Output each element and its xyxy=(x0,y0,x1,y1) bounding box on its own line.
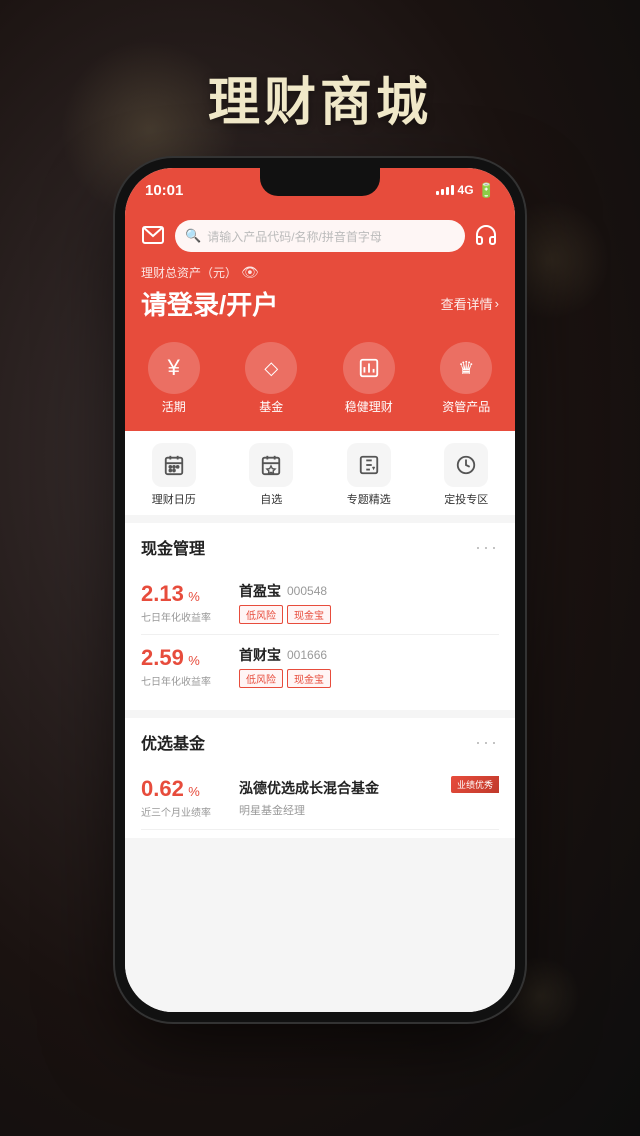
fund-name-row-1: 首盈宝 000548 xyxy=(239,581,499,601)
fund-rate-2: 2.59 % 七日年化收益率 xyxy=(141,645,231,688)
rate-label-1: 七日年化收益率 xyxy=(141,609,231,624)
signal-bar-2 xyxy=(441,189,444,195)
nav-favorites[interactable]: 自选 xyxy=(223,443,321,507)
signal-bar-1 xyxy=(436,191,439,195)
nav-wenjian[interactable]: 稳健理财 xyxy=(320,342,418,415)
nav-huoqi[interactable]: ¥ 活期 xyxy=(125,342,223,415)
cash-section: 现金管理 ··· 2.13 % 七日年化收益率 首盈宝 xyxy=(125,523,515,710)
huoqi-icon: ¥ xyxy=(148,342,200,394)
calendar-icon xyxy=(152,443,196,487)
topics-label: 专题精选 xyxy=(347,491,391,507)
phone-frame: 10:01 4G 🔋 xyxy=(125,168,515,1012)
jijin-icon: ◇ xyxy=(245,342,297,394)
main-area: 理财日历 自选 xyxy=(125,431,515,1012)
cash-section-title: 现金管理 xyxy=(141,535,205,559)
battery-icon: 🔋 xyxy=(478,182,495,199)
nav-calendar[interactable]: 理财日历 xyxy=(125,443,223,507)
rate-value-1: 2.13 xyxy=(141,581,184,606)
search-bar[interactable]: 🔍 请输入产品代码/名称/拼音首字母 xyxy=(175,220,465,252)
preferred-rate-value-1: 0.62 xyxy=(141,776,184,801)
rate-label-2: 七日年化收益率 xyxy=(141,673,231,688)
cash-section-more[interactable]: ··· xyxy=(475,537,499,558)
nav-autoinvest[interactable]: 定投专区 xyxy=(418,443,516,507)
jijin-label: 基金 xyxy=(259,398,283,415)
signal-bars xyxy=(436,185,454,195)
fund-rate-1: 2.13 % 七日年化收益率 xyxy=(141,581,231,624)
performance-badge: 业绩优秀 xyxy=(451,776,499,793)
nav-topics[interactable]: 专题精选 xyxy=(320,443,418,507)
tag-cashbao-2: 现金宝 xyxy=(287,669,331,688)
header-section: 🔍 请输入产品代码/名称/拼音首字母 理财总资产（元） 👁 请登录/开户 xyxy=(125,212,515,334)
fund-code-1: 000548 xyxy=(287,584,327,598)
ziguan-icon: ♛ xyxy=(440,342,492,394)
fund-name-row-2: 首财宝 001666 xyxy=(239,645,499,665)
status-icons: 4G 🔋 xyxy=(436,182,495,199)
asset-main-row: 请登录/开户 查看详情 › xyxy=(141,285,499,322)
network-type: 4G xyxy=(458,183,474,197)
nav-ziguan[interactable]: ♛ 资管产品 xyxy=(418,342,516,415)
tag-cashbao-1: 现金宝 xyxy=(287,605,331,624)
huoqi-label: 活期 xyxy=(162,398,186,415)
notch xyxy=(260,168,380,196)
mail-icon[interactable] xyxy=(141,223,167,249)
quick-nav: ¥ 活期 ◇ 基金 稳健理财 ♛ 资 xyxy=(125,334,515,431)
tag-low-risk-2: 低风险 xyxy=(239,669,283,688)
autoinvest-label: 定投专区 xyxy=(444,491,488,507)
preferred-section-header: 优选基金 ··· xyxy=(141,730,499,754)
status-bar: 10:01 4G 🔋 xyxy=(125,168,515,212)
autoinvest-icon xyxy=(444,443,488,487)
tag-low-risk-1: 低风险 xyxy=(239,605,283,624)
preferred-section-more[interactable]: ··· xyxy=(475,732,499,753)
asset-amount[interactable]: 请登录/开户 xyxy=(141,285,278,322)
fund-info-2: 首财宝 001666 低风险 现金宝 xyxy=(231,645,499,688)
ziguan-label: 资管产品 xyxy=(442,398,490,415)
eye-icon[interactable]: 👁 xyxy=(241,264,259,281)
preferred-item-1[interactable]: 0.62 % 近三个月业绩率 泓德优选成长混合基金 明星基金经理 业绩优秀 xyxy=(141,766,499,830)
search-placeholder-text: 请输入产品代码/名称/拼音首字母 xyxy=(207,228,382,245)
favorites-icon xyxy=(249,443,293,487)
chevron-right-icon: › xyxy=(495,296,499,311)
asset-label: 理财总资产（元） 👁 xyxy=(141,264,499,281)
wenjian-icon xyxy=(343,342,395,394)
nav-jijin[interactable]: ◇ 基金 xyxy=(223,342,321,415)
fund-code-2: 001666 xyxy=(287,648,327,662)
fund-name-2: 首财宝 xyxy=(239,645,281,665)
view-detail-link[interactable]: 查看详情 › xyxy=(441,294,499,313)
cash-item-2[interactable]: 2.59 % 七日年化收益率 首财宝 001666 低风险 现金宝 xyxy=(141,635,499,698)
calendar-label: 理财日历 xyxy=(152,491,196,507)
rate-unit-2: % xyxy=(188,653,200,668)
background: 理财商城 10:01 4G 🔋 xyxy=(0,0,640,1136)
rate-value-2: 2.59 xyxy=(141,645,184,670)
fund-tags-2: 低风险 现金宝 xyxy=(239,669,499,688)
favorites-label: 自选 xyxy=(260,491,282,507)
app-title: 理财商城 xyxy=(0,60,640,135)
cash-section-header: 现金管理 ··· xyxy=(141,535,499,559)
preferred-rate-unit-1: % xyxy=(188,784,200,799)
preferred-section: 优选基金 ··· 0.62 % 近三个月业绩率 泓德优选成长混合基金 xyxy=(125,718,515,838)
fund-tags-1: 低风险 现金宝 xyxy=(239,605,499,624)
preferred-fund-sub-1: 明星基金经理 xyxy=(239,802,499,818)
fund-info-1: 首盈宝 000548 低风险 现金宝 xyxy=(231,581,499,624)
preferred-section-title: 优选基金 xyxy=(141,730,205,754)
second-nav: 理财日历 自选 xyxy=(125,431,515,515)
headphone-icon[interactable] xyxy=(473,223,499,249)
cash-item-1[interactable]: 2.13 % 七日年化收益率 首盈宝 000548 低风险 现金宝 xyxy=(141,571,499,635)
search-row: 🔍 请输入产品代码/名称/拼音首字母 xyxy=(141,220,499,252)
wenjian-label: 稳健理财 xyxy=(345,398,393,415)
rate-unit-1: % xyxy=(188,589,200,604)
preferred-rate-label-1: 近三个月业绩率 xyxy=(141,804,231,819)
fund-name-1: 首盈宝 xyxy=(239,581,281,601)
signal-bar-4 xyxy=(451,185,454,195)
signal-bar-3 xyxy=(446,187,449,195)
preferred-rate-1: 0.62 % 近三个月业绩率 xyxy=(141,776,231,819)
preferred-fund-name-1: 泓德优选成长混合基金 xyxy=(239,778,379,798)
search-icon: 🔍 xyxy=(185,228,201,244)
topics-icon xyxy=(347,443,391,487)
status-time: 10:01 xyxy=(145,182,183,199)
